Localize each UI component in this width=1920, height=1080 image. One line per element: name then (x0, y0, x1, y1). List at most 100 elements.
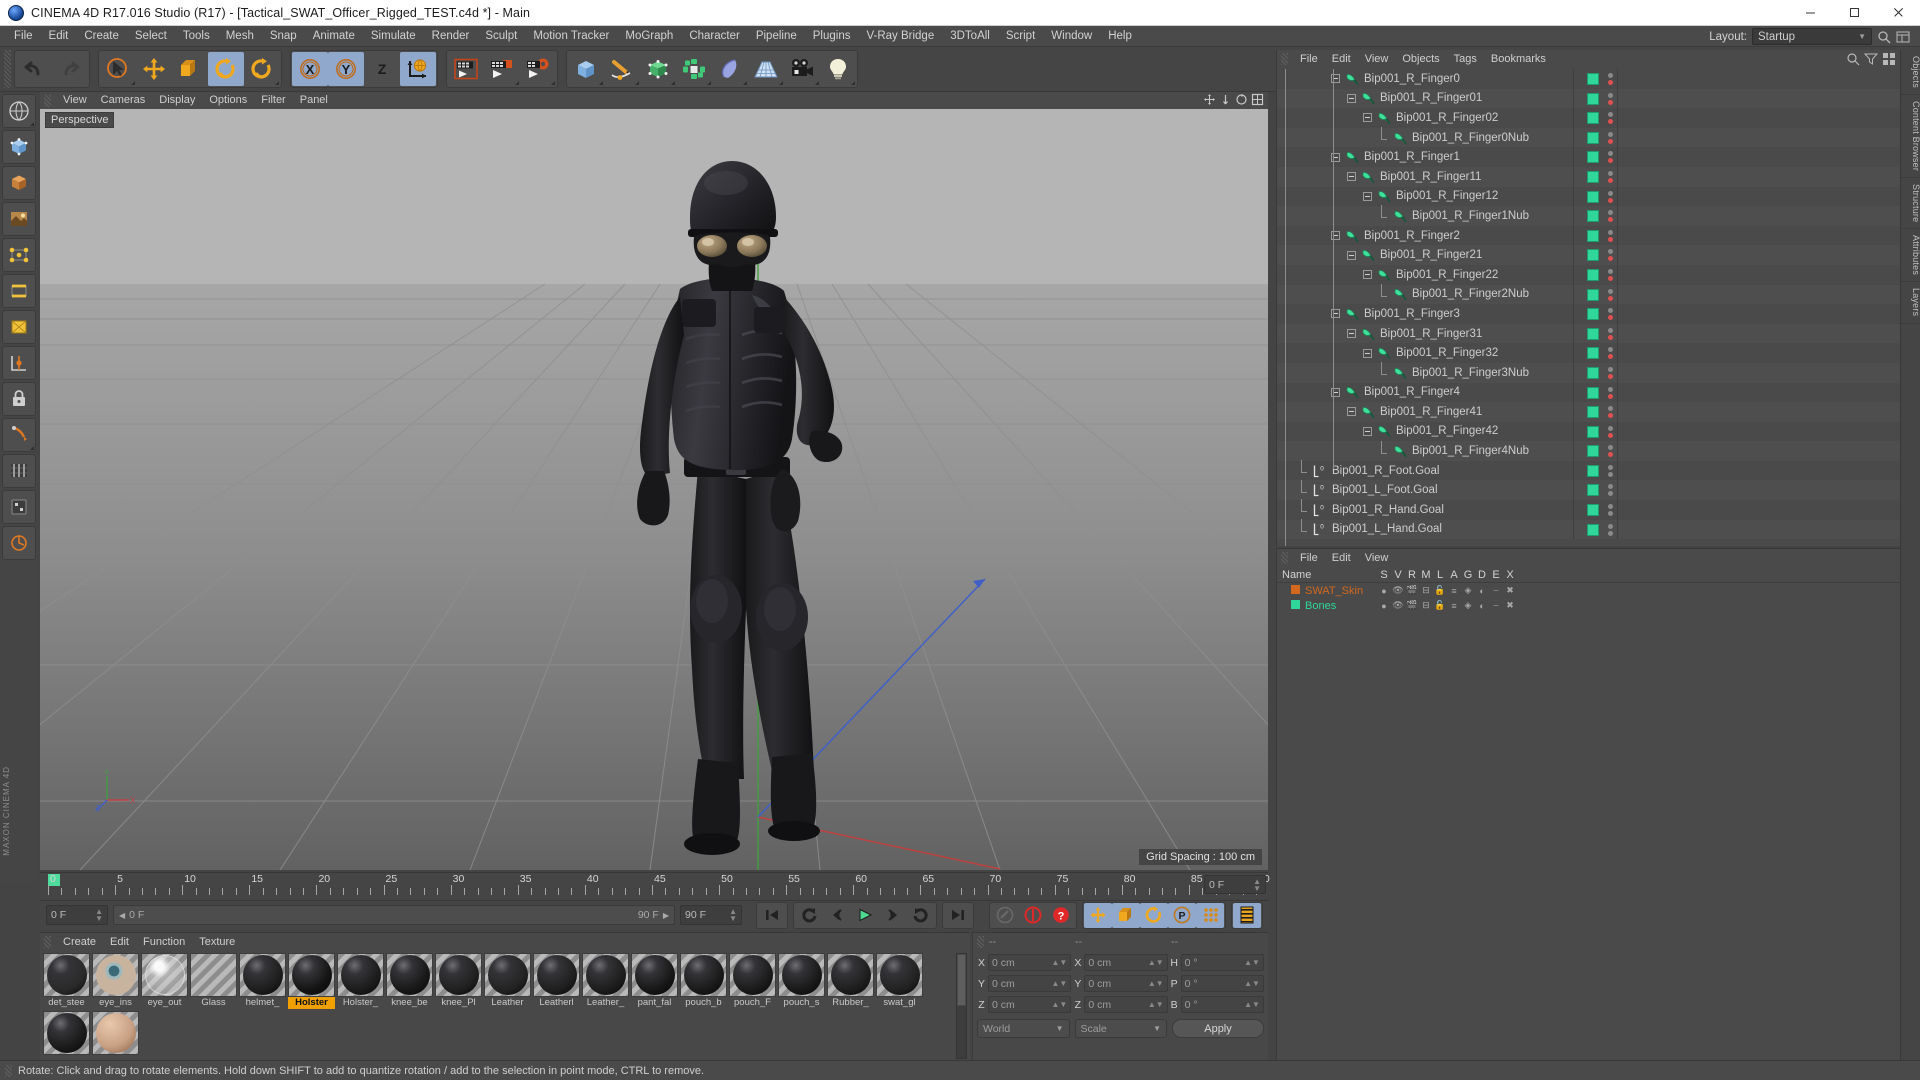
rail-tab-layers[interactable]: Layers (1901, 282, 1920, 324)
material-item[interactable]: pant_fal (631, 953, 678, 1009)
layer-manager-grip[interactable] (1281, 552, 1288, 564)
layer-toggle-e[interactable]: ⌣ (1489, 585, 1503, 596)
material-preview-sphere[interactable] (582, 953, 629, 997)
timeline-range-slider[interactable]: ◀ 0 F 90 F ▶ (113, 905, 675, 925)
object-visibility-dots[interactable] (1608, 131, 1613, 144)
polygons-mode-icon[interactable] (2, 310, 36, 344)
material-item[interactable]: Glass (190, 953, 237, 1009)
material-item[interactable] (43, 1011, 90, 1059)
key-position-icon[interactable] (1084, 902, 1112, 928)
layer-toggle-r[interactable]: 🎬 (1405, 585, 1419, 596)
object-tag-icon[interactable] (1587, 151, 1599, 164)
material-item[interactable]: pouch_F (729, 953, 776, 1009)
axis-modify-icon[interactable] (2, 346, 36, 380)
material-item[interactable]: Holster_ (337, 953, 384, 1009)
camera-icon[interactable] (784, 52, 820, 86)
layer-toggle-v[interactable]: 👁 (1391, 585, 1405, 596)
coordinates-grip[interactable] (977, 936, 984, 948)
render-view-icon[interactable] (448, 52, 484, 86)
object-tag-icon[interactable] (1587, 386, 1599, 399)
rotate-icon[interactable] (208, 52, 244, 86)
spinner-icon[interactable]: ▲▼ (729, 908, 737, 923)
range-right-arrow-icon[interactable]: ▶ (663, 911, 669, 920)
object-menu-view[interactable]: View (1358, 50, 1396, 68)
coord-size-x-field[interactable]: 0 cm ▲▼ (1084, 954, 1168, 971)
material-item[interactable]: knee_Pl (435, 953, 482, 1009)
layer-toggle-s[interactable]: ● (1377, 601, 1391, 611)
spinner-icon[interactable]: ▲▼ (95, 908, 103, 923)
object-visibility-dots[interactable] (1608, 347, 1613, 360)
object-tag-icon[interactable] (1587, 464, 1599, 477)
expander-collapse-icon[interactable] (1347, 407, 1356, 417)
rail-tab-attributes[interactable]: Attributes (1901, 229, 1920, 283)
menu-3dtoall[interactable]: 3DToAll (942, 26, 998, 47)
go-to-start-icon[interactable] (758, 903, 786, 928)
material-item[interactable]: Holster (288, 953, 335, 1009)
play-forward-icon[interactable] (851, 903, 879, 928)
layer-toggle-r[interactable]: 🎬 (1405, 600, 1419, 611)
material-preview-sphere[interactable] (288, 953, 335, 997)
end-frame-field[interactable]: 90 F ▲ ▼ (680, 905, 742, 925)
object-tag-icon[interactable] (1587, 92, 1599, 105)
object-tree-row[interactable]: Bip001_R_Finger0 (1277, 69, 1901, 89)
object-tree-row[interactable]: Bip001_R_Finger22 (1277, 264, 1901, 285)
layer-table-body[interactable]: SWAT_Skin ● 👁 🎬 ⊟ 🔓 ≡ ◈ ◐ ⌣ ✖ Bones ● 👁 🎬 ⊟ 🔓 ≡ ◈ ◐ ⌣ ✖ (1277, 583, 1900, 613)
expander-collapse-icon[interactable] (1347, 250, 1356, 260)
object-visibility-dots[interactable] (1608, 504, 1613, 517)
material-item[interactable]: eye_out (141, 953, 188, 1009)
expander-collapse-icon[interactable] (1363, 348, 1372, 358)
object-tag-icon[interactable] (1587, 504, 1599, 517)
expander-collapse-icon[interactable] (1363, 270, 1372, 280)
spinner-icon[interactable]: ▲▼ (1148, 959, 1164, 967)
menu-mograph[interactable]: MoGraph (617, 26, 681, 47)
coord-rot-b-field[interactable]: 0 ° ▲▼ (1180, 996, 1264, 1013)
axis-x-icon[interactable]: X (292, 52, 328, 86)
rail-tab-structure[interactable]: Structure (1901, 178, 1920, 230)
nurbs-generator-icon[interactable] (640, 52, 676, 86)
object-visibility-dots[interactable] (1608, 190, 1613, 203)
menu-select[interactable]: Select (127, 26, 175, 47)
object-visibility-dots[interactable] (1608, 308, 1613, 321)
spinner-icon[interactable]: ▲▼ (1051, 959, 1067, 967)
object-tag-icon[interactable] (1587, 170, 1599, 183)
layer-toggle-d[interactable]: ◐ (1475, 586, 1489, 596)
material-menu-texture[interactable]: Texture (192, 933, 242, 951)
material-preview-sphere[interactable] (92, 1011, 139, 1055)
layer-toggle-d[interactable]: ◐ (1475, 601, 1489, 611)
coord-pos-z-field[interactable]: 0 cm ▲▼ (988, 996, 1072, 1013)
render-settings-icon[interactable] (520, 52, 556, 86)
quantize-icon[interactable] (2, 526, 36, 560)
model-mode-icon[interactable] (2, 166, 36, 200)
menu-sculpt[interactable]: Sculpt (477, 26, 525, 47)
expander-collapse-icon[interactable] (1347, 329, 1356, 339)
material-item[interactable] (92, 1011, 139, 1059)
menu-vray-bridge[interactable]: V-Ray Bridge (858, 26, 942, 47)
material-menu-function[interactable]: Function (136, 933, 192, 951)
object-tag-icon[interactable] (1587, 229, 1599, 242)
array-modeling-icon[interactable] (676, 52, 712, 86)
material-preview-sphere[interactable] (435, 953, 482, 997)
material-item[interactable]: swat_gl (876, 953, 923, 1009)
viewport-menu-options[interactable]: Options (202, 92, 254, 109)
menu-window[interactable]: Window (1043, 26, 1100, 47)
spinner-icon[interactable]: ▲▼ (1051, 980, 1067, 988)
object-tree-row[interactable]: 0 Bip001_L_Foot.Goal (1277, 479, 1901, 501)
range-left-arrow-icon[interactable]: ◀ (119, 911, 125, 920)
rotate-alt-icon[interactable] (244, 52, 280, 86)
object-visibility-dots[interactable] (1608, 229, 1613, 242)
material-preview-sphere[interactable] (484, 953, 531, 997)
viewport-grip[interactable] (44, 94, 51, 107)
object-tag-icon[interactable] (1587, 445, 1599, 458)
menu-render[interactable]: Render (424, 26, 478, 47)
object-tree-row[interactable]: Bip001_R_Finger1Nub (1277, 205, 1901, 226)
key-parameter-icon[interactable]: P (1168, 902, 1196, 928)
timeline-ruler-panel[interactable]: 051015202530354045505560657075808590 0 F… (40, 872, 1270, 898)
spinner-icon[interactable]: ▲▼ (1253, 877, 1261, 892)
object-tag-icon[interactable] (1587, 406, 1599, 419)
object-tag-icon[interactable] (1587, 268, 1599, 281)
timeline-right-field[interactable]: 0 F ▲ ▼ (1204, 875, 1266, 894)
layer-toggle-a[interactable]: ≡ (1447, 601, 1461, 611)
zoom-viewport-icon[interactable] (1219, 93, 1232, 106)
object-menu-edit[interactable]: Edit (1325, 50, 1358, 68)
layer-toggle-x[interactable]: ✖ (1503, 600, 1517, 611)
